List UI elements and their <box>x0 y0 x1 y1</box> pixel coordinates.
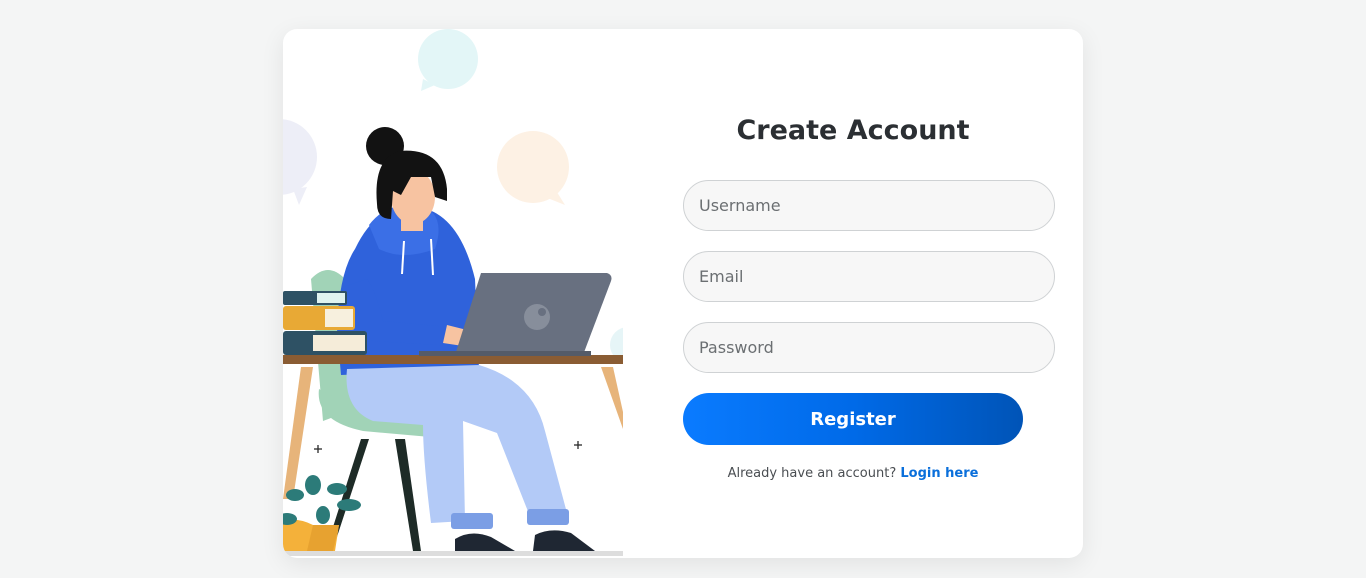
bubble-lavender <box>283 119 317 205</box>
login-prompt: Already have an account? Login here <box>683 466 1023 481</box>
person-at-laptop-illustration <box>283 29 623 558</box>
register-form: Create Account Register Already have an … <box>683 29 1055 558</box>
password-field[interactable] <box>683 322 1055 373</box>
register-button[interactable]: Register <box>683 393 1023 445</box>
email-field[interactable] <box>683 251 1055 302</box>
username-field[interactable] <box>683 180 1055 231</box>
bubble-peach <box>497 131 569 205</box>
register-card: Create Account Register Already have an … <box>283 29 1083 558</box>
login-prompt-text: Already have an account? <box>727 466 897 481</box>
page-title: Create Account <box>736 115 970 146</box>
login-link[interactable]: Login here <box>900 466 978 481</box>
bubble-teal <box>418 29 478 91</box>
